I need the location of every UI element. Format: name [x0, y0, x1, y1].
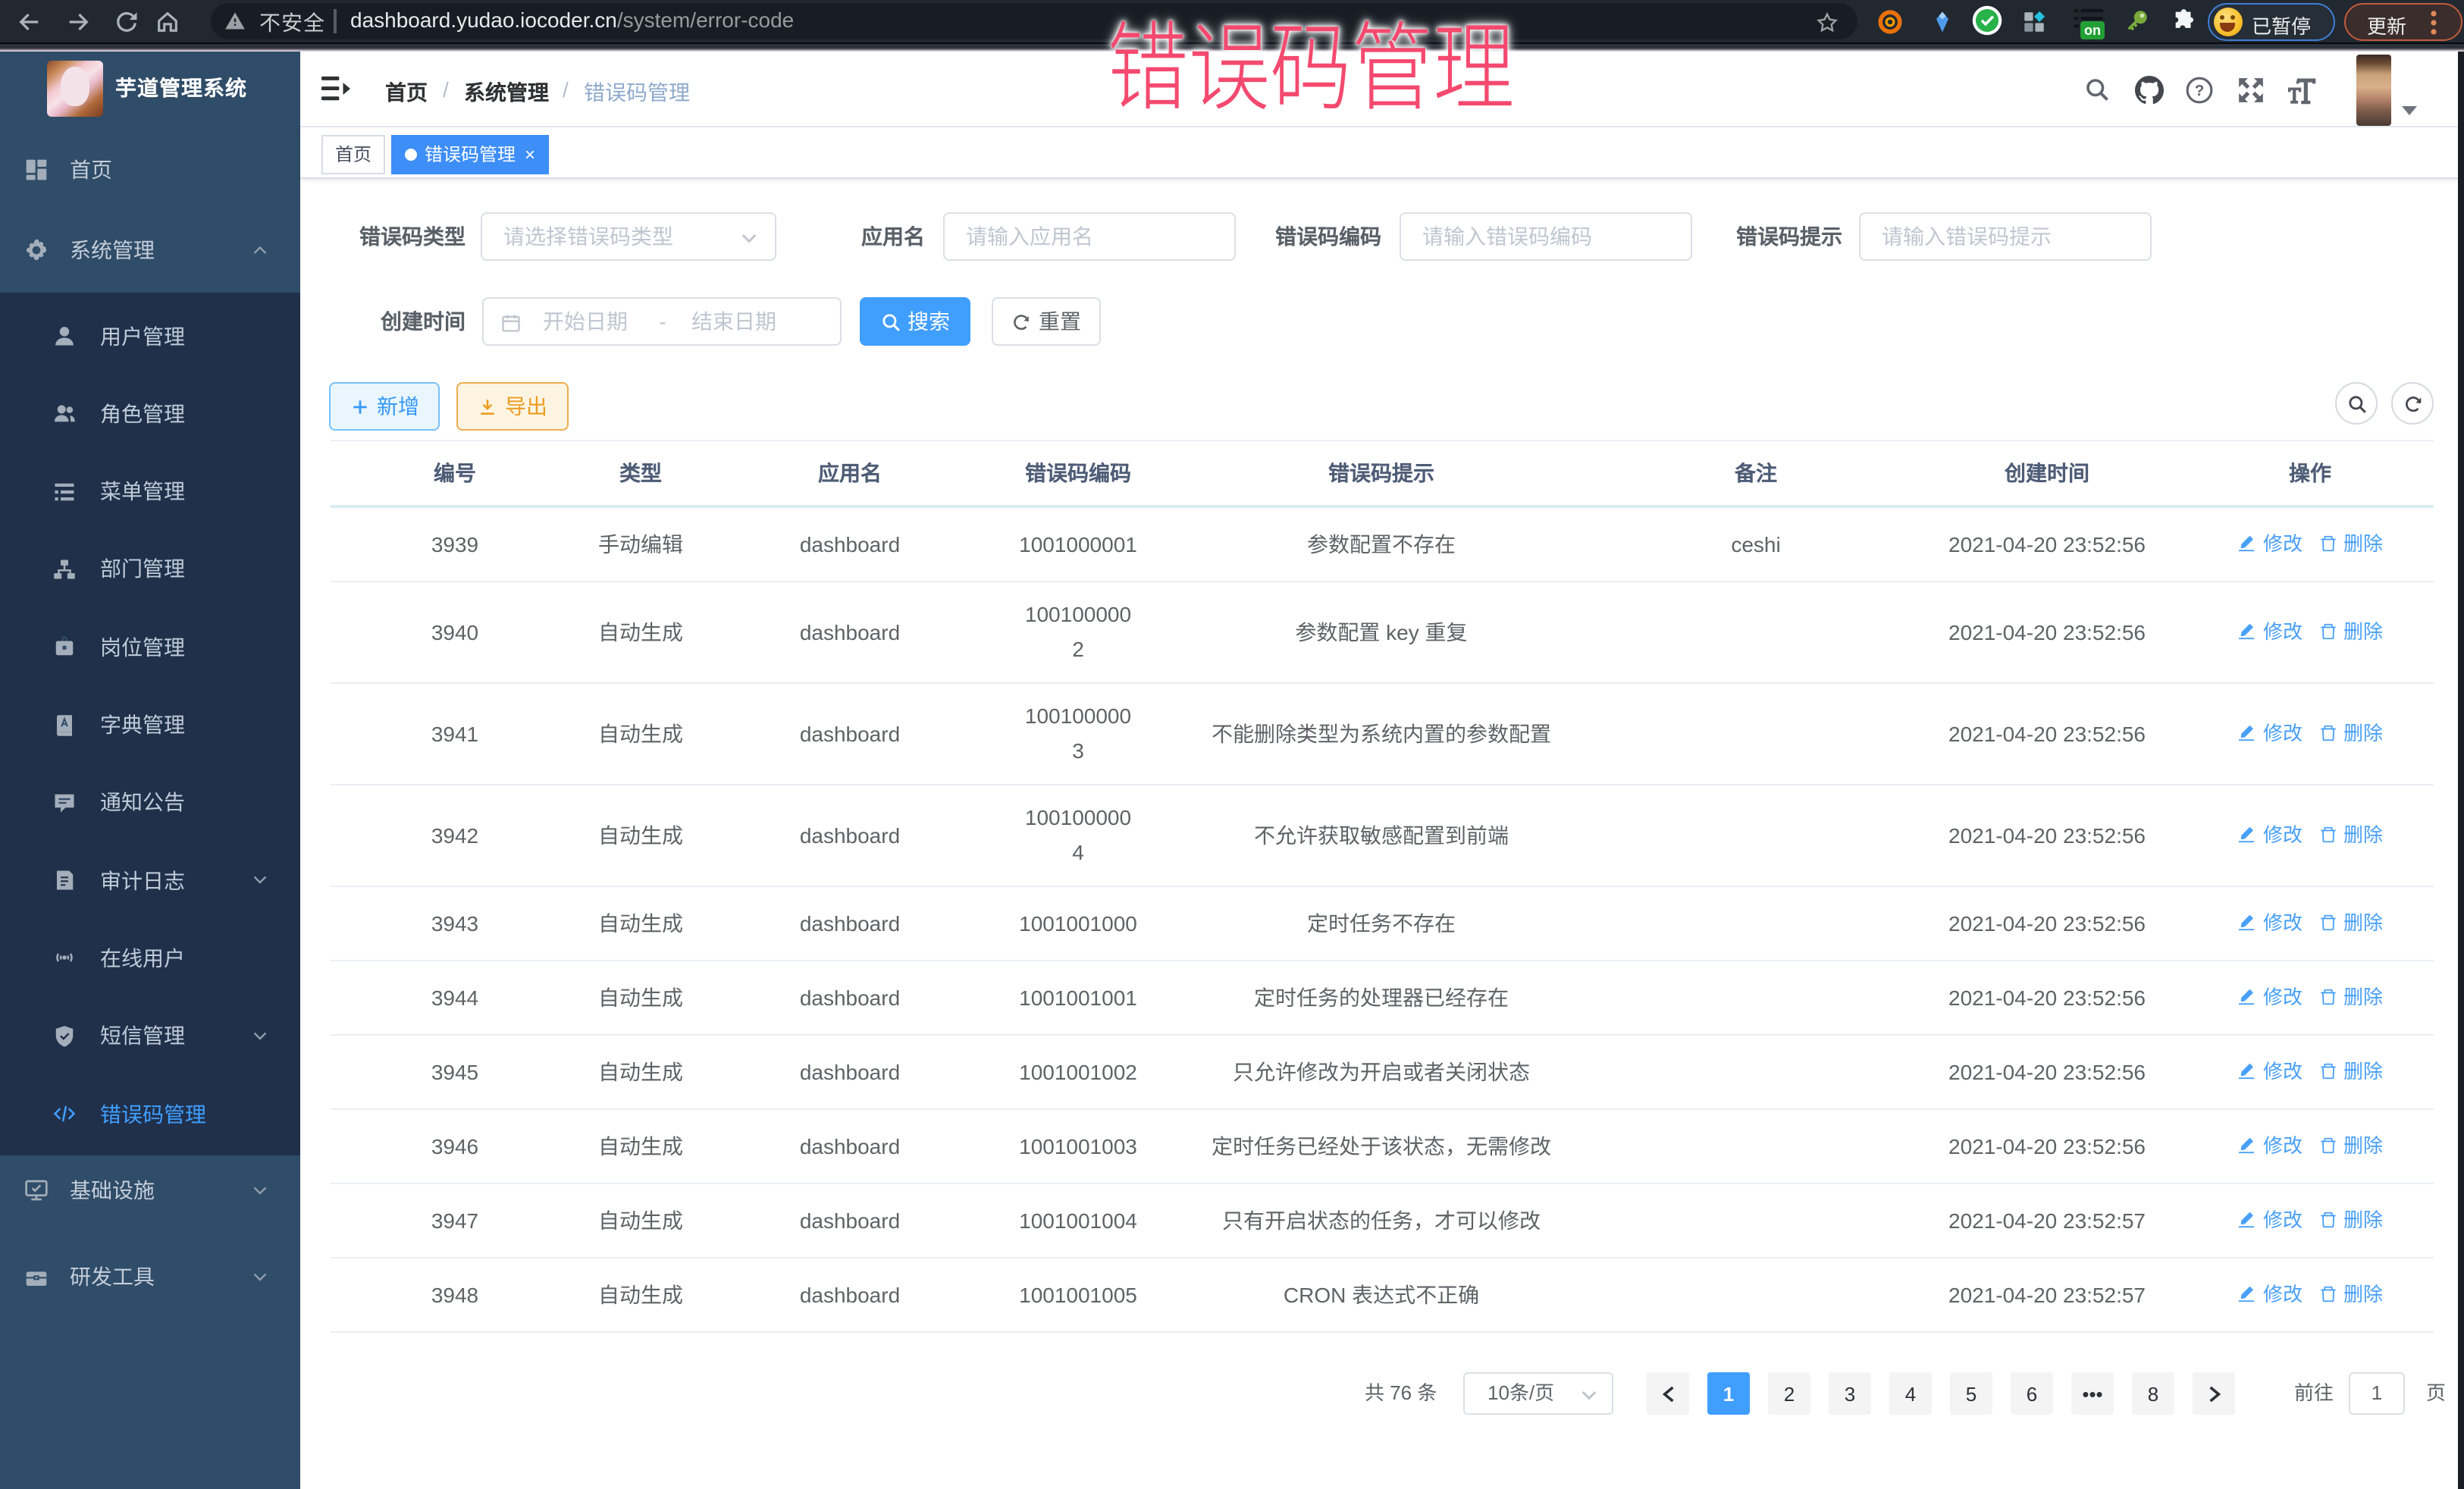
svg-text:?: ?: [2195, 82, 2205, 99]
